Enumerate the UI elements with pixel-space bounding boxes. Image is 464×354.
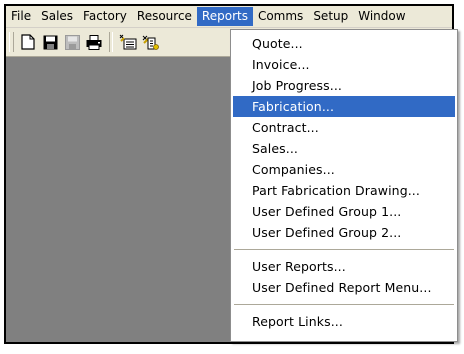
menu-item-contract[interactable]: Contract...	[233, 117, 455, 138]
menu-item-user-reports[interactable]: User Reports...	[233, 256, 455, 277]
new-document-button[interactable]	[17, 31, 39, 53]
menu-sales[interactable]: Sales	[36, 7, 78, 26]
menu-item-user-defined-group-2[interactable]: User Defined Group 2...	[233, 222, 455, 243]
toolbar-icon-5	[119, 34, 137, 50]
print-button[interactable]	[83, 31, 105, 53]
menu-item-quote[interactable]: Quote...	[233, 33, 455, 54]
menu-comms[interactable]: Comms	[253, 7, 308, 26]
menu-resource[interactable]: Resource	[132, 7, 197, 26]
print-icon	[86, 34, 102, 50]
menu-factory[interactable]: Factory	[78, 7, 132, 26]
menu-window[interactable]: Window	[353, 7, 410, 26]
menu-item-job-progress[interactable]: Job Progress...	[233, 75, 455, 96]
save-all-button[interactable]	[61, 31, 83, 53]
toolbar-button-5[interactable]	[117, 31, 139, 53]
menu-separator	[234, 304, 454, 305]
menu-separator	[234, 249, 454, 250]
menu-file[interactable]: File	[6, 7, 36, 26]
menu-bar: File Sales Factory Resource Reports Comm…	[6, 6, 452, 28]
menu-item-user-defined-report-menu[interactable]: User Defined Report Menu...	[233, 277, 455, 298]
new-document-icon	[21, 34, 35, 50]
menu-item-invoice[interactable]: Invoice...	[233, 54, 455, 75]
menu-setup[interactable]: Setup	[308, 7, 353, 26]
save-all-icon	[64, 34, 80, 50]
menu-reports[interactable]: Reports	[196, 7, 253, 26]
reports-dropdown-menu: Quote... Invoice... Job Progress... Fabr…	[230, 29, 458, 342]
menu-item-part-fabrication-drawing[interactable]: Part Fabrication Drawing...	[233, 180, 455, 201]
menu-item-fabrication[interactable]: Fabrication...	[233, 96, 455, 117]
menu-item-companies[interactable]: Companies...	[233, 159, 455, 180]
toolbar-button-6[interactable]	[139, 31, 161, 53]
toolbar-separator	[109, 32, 113, 52]
menu-item-user-defined-group-1[interactable]: User Defined Group 1...	[233, 201, 455, 222]
save-icon	[43, 35, 57, 49]
save-button[interactable]	[39, 31, 61, 53]
toolbar-icon-6	[142, 35, 159, 50]
menu-item-sales[interactable]: Sales...	[233, 138, 455, 159]
menu-item-report-links[interactable]: Report Links...	[233, 311, 455, 332]
toolbar-grip[interactable]	[9, 32, 14, 52]
